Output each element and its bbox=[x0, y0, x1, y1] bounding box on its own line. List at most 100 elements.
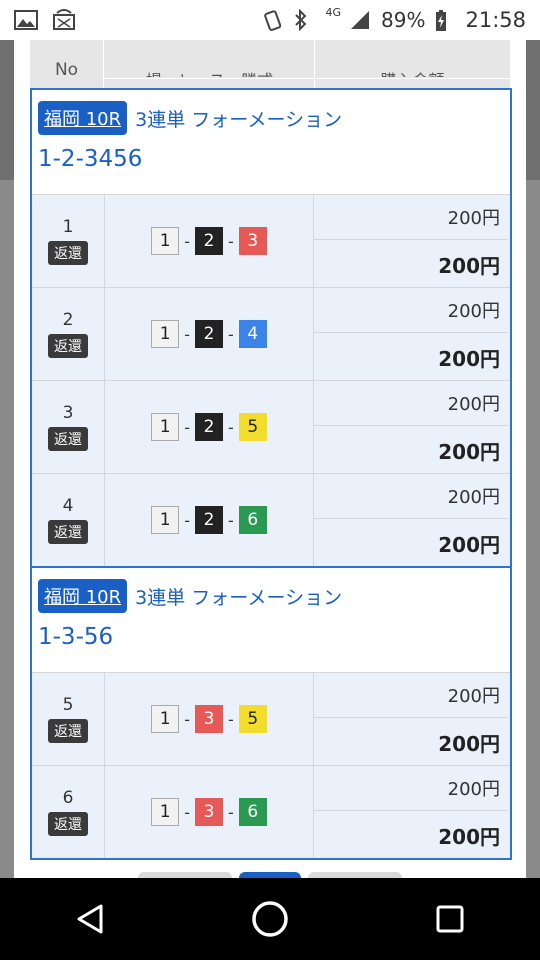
payout-amount: 200円 bbox=[438, 731, 500, 756]
combo-separator: - bbox=[184, 324, 190, 344]
table-row: 4 返還 1 - 2 - 6 200円 200円 bbox=[32, 474, 510, 566]
table-row: 1 返還 1 - 2 - 3 200円 200円 bbox=[32, 195, 510, 288]
combo-separator: - bbox=[184, 417, 190, 437]
boat-number: 3 bbox=[238, 227, 267, 255]
table-row: 6 返還 1 - 3 - 6 200円 200円 bbox=[32, 766, 510, 858]
refund-badge: 返還 bbox=[48, 812, 88, 836]
table-row: 3 返還 1 - 2 - 5 200円 200円 bbox=[32, 381, 510, 474]
boat-number: 1 bbox=[151, 705, 180, 733]
network-label: 4G bbox=[325, 5, 342, 19]
boat-number: 2 bbox=[195, 227, 223, 255]
combo-separator: - bbox=[228, 802, 234, 822]
bet-block: 福岡 10R 3連単 フォーメーション 1-3-56 5 返還 1 - 3 - … bbox=[30, 566, 512, 860]
bet-block: 福岡 10R 3連単 フォーメーション 1-2-3456 1 返還 1 - 2 … bbox=[30, 88, 512, 568]
boat-number: 2 bbox=[195, 320, 223, 348]
table-row: 2 返還 1 - 2 - 4 200円 200円 bbox=[32, 288, 510, 381]
race-badge-link[interactable]: 福岡 10R bbox=[38, 101, 128, 135]
row-number: 1 bbox=[62, 217, 74, 237]
purchase-amount: 200円 bbox=[314, 381, 508, 426]
boat-number: 1 bbox=[151, 320, 180, 348]
boat-number: 1 bbox=[151, 413, 180, 441]
boat-number: 3 bbox=[195, 798, 223, 826]
row-number: 5 bbox=[62, 695, 74, 715]
payout-amount: 200円 bbox=[438, 253, 500, 278]
combo-separator: - bbox=[184, 802, 190, 822]
gallery-icon bbox=[14, 9, 38, 31]
cast-icon bbox=[52, 9, 76, 31]
refund-badge: 返還 bbox=[48, 427, 88, 451]
table-row: 5 返還 1 - 3 - 5 200円 200円 bbox=[32, 673, 510, 766]
boat-number: 6 bbox=[238, 506, 267, 534]
combo-separator: - bbox=[228, 417, 234, 437]
refund-badge: 返還 bbox=[48, 334, 88, 358]
bet-title-row: 福岡 10R 3連単 フォーメーション bbox=[32, 90, 510, 146]
boat-number: 2 bbox=[195, 506, 223, 534]
refund-badge: 返還 bbox=[48, 520, 88, 544]
signal-icon bbox=[349, 9, 373, 31]
row-number: 2 bbox=[62, 310, 74, 330]
combo-separator: - bbox=[228, 510, 234, 530]
recents-square-icon[interactable] bbox=[420, 889, 480, 949]
row-no-cell: 2 返還 bbox=[32, 288, 105, 380]
refund-badge: 返還 bbox=[48, 719, 88, 743]
row-number: 6 bbox=[62, 788, 74, 808]
boat-number: 1 bbox=[151, 227, 180, 255]
row-number: 3 bbox=[62, 403, 74, 423]
formation: 1-2-3456 bbox=[32, 146, 510, 195]
amount-cell: 200円 200円 bbox=[314, 766, 508, 858]
payout-amount: 200円 bbox=[438, 346, 500, 371]
bet-type: 3連単 フォーメーション bbox=[135, 108, 343, 131]
navigation-bar bbox=[0, 878, 540, 960]
combo-cell: 1 - 3 - 5 bbox=[105, 673, 314, 765]
payout-amount: 200円 bbox=[438, 439, 500, 464]
boat-number: 1 bbox=[151, 506, 180, 534]
race-badge-link[interactable]: 福岡 10R bbox=[38, 579, 128, 613]
row-no-cell: 1 返還 bbox=[32, 195, 105, 287]
combo-cell: 1 - 2 - 5 bbox=[105, 381, 314, 473]
refund-badge: 返還 bbox=[48, 241, 88, 265]
combo-separator: - bbox=[184, 510, 190, 530]
row-no-cell: 6 返還 bbox=[32, 766, 105, 858]
purchase-amount: 200円 bbox=[314, 766, 508, 811]
amount-cell: 200円 200円 bbox=[314, 673, 508, 765]
purchase-amount: 200円 bbox=[314, 195, 508, 240]
boat-number: 5 bbox=[238, 413, 267, 441]
bet-type: 3連単 フォーメーション bbox=[135, 586, 343, 609]
boat-number: 5 bbox=[238, 705, 267, 733]
home-circle-icon[interactable] bbox=[240, 889, 300, 949]
header-race-info: 場・レース・勝式 bbox=[105, 40, 314, 77]
nfc-phone-icon bbox=[261, 9, 285, 31]
purchase-amount: 200円 bbox=[314, 673, 508, 718]
purchase-amount: 200円 bbox=[314, 288, 508, 333]
boat-number: 4 bbox=[238, 320, 267, 348]
clock: 21:58 bbox=[465, 8, 526, 32]
row-no-cell: 4 返還 bbox=[32, 474, 105, 566]
battery-charging-icon bbox=[433, 9, 457, 31]
boat-number: 6 bbox=[238, 798, 267, 826]
battery-percent: 89% bbox=[381, 8, 426, 32]
combo-cell: 1 - 2 - 3 bbox=[105, 195, 314, 287]
boat-number: 3 bbox=[195, 705, 223, 733]
amount-cell: 200円 200円 bbox=[314, 474, 508, 566]
amount-cell: 200円 200円 bbox=[314, 381, 508, 473]
combo-separator: - bbox=[228, 324, 234, 344]
combo-separator: - bbox=[228, 709, 234, 729]
back-triangle-icon[interactable] bbox=[60, 889, 120, 949]
purchase-detail-dialog: No 場・レース・勝式 購入金額 組番 払戻金額 福岡 10R 3連単 フォーメ… bbox=[14, 40, 526, 878]
bet-title-row: 福岡 10R 3連単 フォーメーション bbox=[32, 568, 510, 624]
boat-number: 2 bbox=[195, 413, 223, 441]
boat-number: 1 bbox=[151, 798, 180, 826]
combo-separator: - bbox=[184, 231, 190, 251]
payout-amount: 200円 bbox=[438, 824, 500, 849]
combo-cell: 1 - 2 - 6 bbox=[105, 474, 314, 566]
status-bar: 4G 89% 21:58 bbox=[0, 0, 540, 40]
purchase-amount: 200円 bbox=[314, 474, 508, 519]
amount-cell: 200円 200円 bbox=[314, 288, 508, 380]
bluetooth-icon bbox=[293, 8, 317, 32]
header-purchase: 購入金額 bbox=[315, 40, 510, 77]
amount-cell: 200円 200円 bbox=[314, 195, 508, 287]
combo-separator: - bbox=[184, 709, 190, 729]
row-no-cell: 3 返還 bbox=[32, 381, 105, 473]
formation: 1-3-56 bbox=[32, 624, 510, 673]
combo-cell: 1 - 3 - 6 bbox=[105, 766, 314, 858]
